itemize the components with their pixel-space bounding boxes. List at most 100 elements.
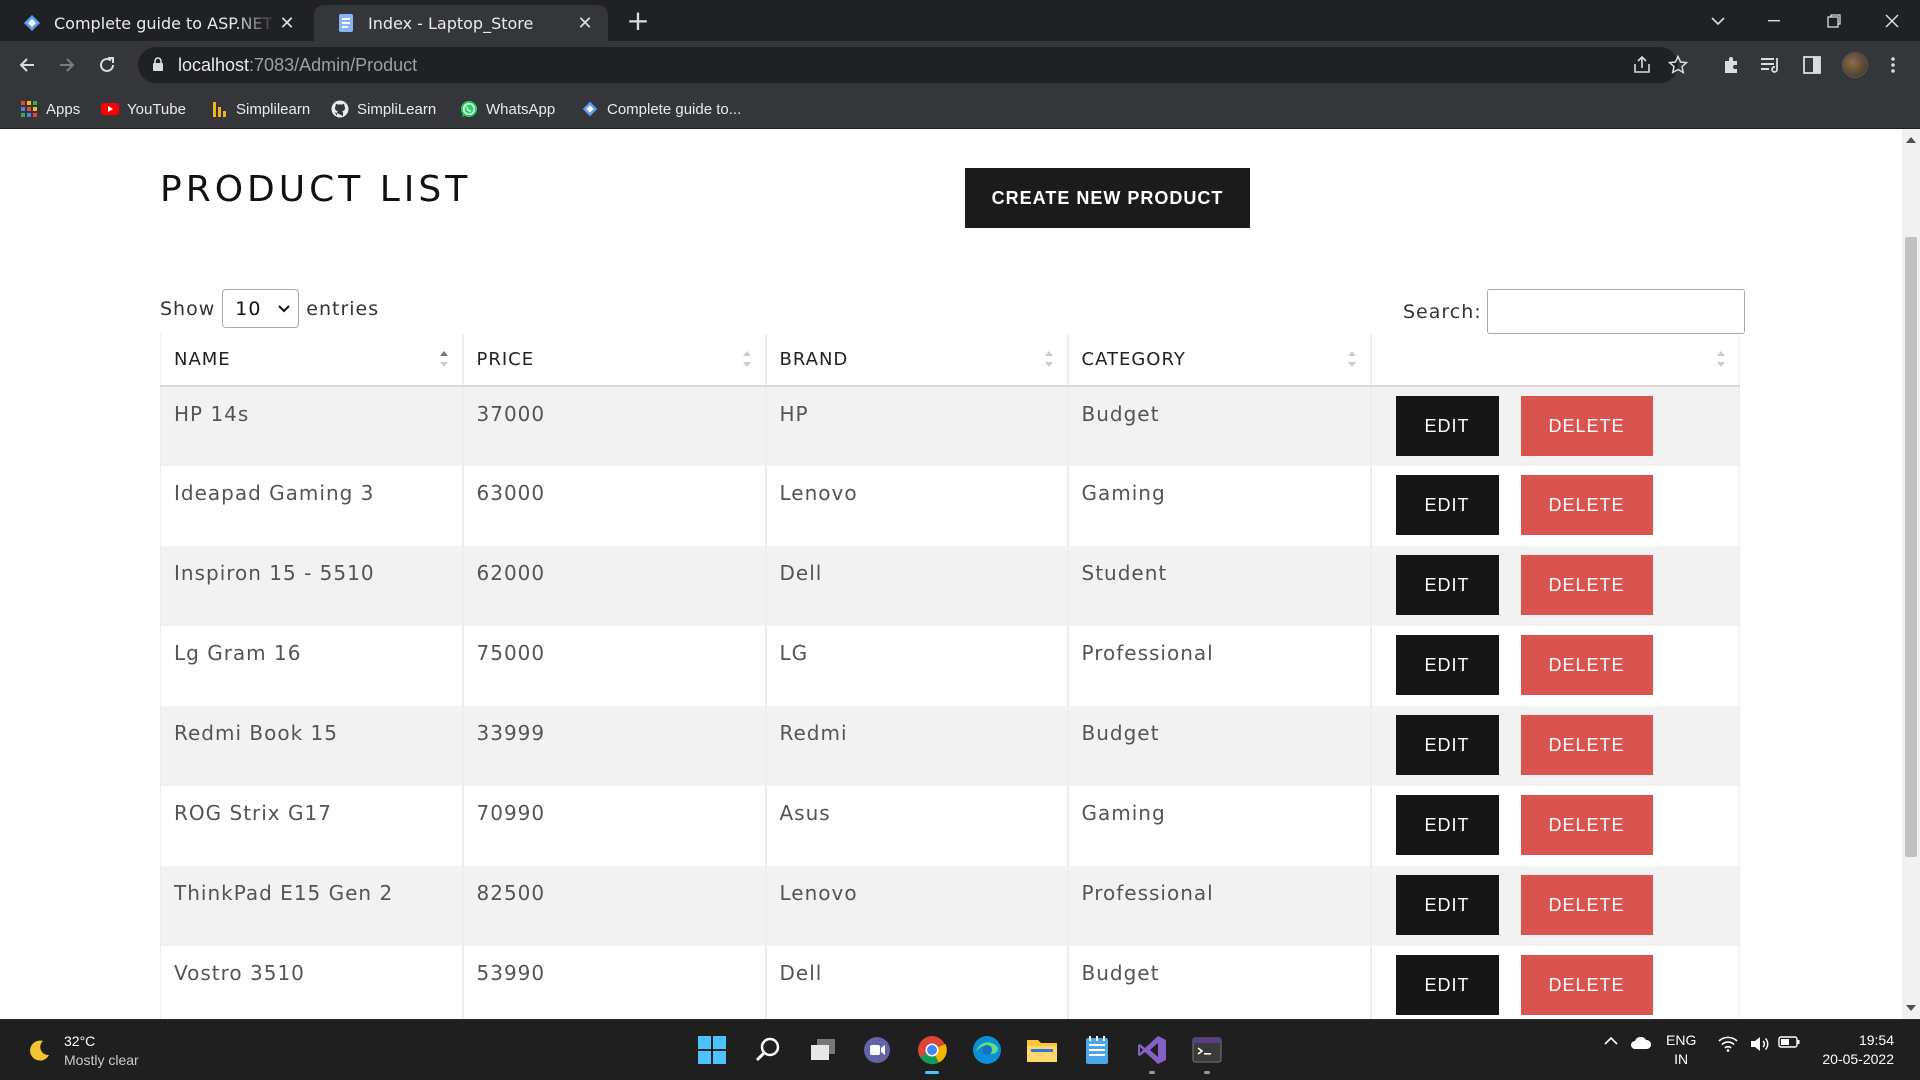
- bookmark-label: Apps: [46, 100, 81, 118]
- cell-brand: HP: [765, 386, 1069, 466]
- delete-button[interactable]: DELETE: [1520, 715, 1653, 775]
- column-header-price[interactable]: PRICE: [462, 334, 767, 387]
- weather-condition: Mostly clear: [64, 1052, 139, 1068]
- show-hidden-icons-button[interactable]: [1600, 1036, 1622, 1046]
- minimize-button[interactable]: [1746, 0, 1802, 41]
- close-window-button[interactable]: [1864, 0, 1920, 41]
- column-header-category[interactable]: CATEGORY: [1067, 334, 1372, 387]
- task-view-button[interactable]: [805, 1032, 841, 1068]
- cell-price: 33999: [462, 706, 767, 786]
- show-label: Show: [160, 297, 216, 320]
- bookmark-star-icon[interactable]: [1668, 55, 1688, 75]
- media-controls-icon[interactable]: [1760, 54, 1782, 76]
- column-header-name[interactable]: NAME: [160, 334, 464, 387]
- table-row: Redmi Book 15 33999 Redmi Budget EDIT DELETE: [160, 706, 1740, 786]
- folder-icon: [1027, 1040, 1057, 1062]
- volume-tray-button[interactable]: [1749, 1036, 1771, 1052]
- weather-widget[interactable]: 32°C Mostly clear: [26, 1032, 139, 1070]
- chrome-menu-icon[interactable]: [1882, 54, 1904, 76]
- delete-button[interactable]: DELETE: [1520, 635, 1653, 695]
- back-button[interactable]: [11, 49, 43, 81]
- bookmark-whatsapp[interactable]: WhatsApp: [460, 98, 555, 120]
- cell-category: Gaming: [1067, 786, 1372, 866]
- url-text[interactable]: localhost:7083/Admin/Product: [178, 55, 417, 76]
- taskbar-clock[interactable]: 19:54 20-05-2022: [1812, 1031, 1894, 1069]
- bookmark-simplilearn-github[interactable]: SimpliLearn: [331, 98, 436, 120]
- page-scrollbar[interactable]: [1902, 129, 1920, 1019]
- cell-actions: EDIT DELETE: [1370, 786, 1740, 866]
- delete-button[interactable]: DELETE: [1520, 396, 1653, 456]
- edit-button[interactable]: EDIT: [1395, 715, 1499, 775]
- cell-price: 62000: [462, 546, 767, 626]
- url-path: :7083/Admin/Product: [249, 55, 418, 75]
- profile-avatar[interactable]: [1842, 52, 1868, 78]
- side-panel-icon[interactable]: [1801, 54, 1823, 76]
- share-icon[interactable]: [1632, 56, 1652, 74]
- column-header-actions[interactable]: [1370, 334, 1740, 387]
- onedrive-tray-button[interactable]: [1629, 1036, 1653, 1050]
- taskbar-file-explorer[interactable]: [1024, 1032, 1060, 1068]
- forward-button[interactable]: [51, 49, 83, 81]
- taskbar-edge[interactable]: [969, 1032, 1005, 1068]
- scroll-down-arrow-icon[interactable]: [1906, 1005, 1916, 1011]
- search-input[interactable]: [1486, 289, 1745, 334]
- lock-icon[interactable]: [152, 57, 164, 72]
- cell-price: 75000: [462, 626, 767, 706]
- taskbar-visual-studio[interactable]: [1134, 1032, 1170, 1074]
- taskbar-terminal[interactable]: [1189, 1032, 1225, 1074]
- dotnet-icon: [24, 15, 40, 31]
- taskbar-chrome[interactable]: [914, 1032, 950, 1074]
- reload-button[interactable]: [91, 49, 123, 81]
- edit-button[interactable]: EDIT: [1395, 555, 1499, 615]
- browser-tab-aspnet-guide[interactable]: Complete guide to ASP.NET Core ✕: [0, 5, 310, 41]
- restore-button[interactable]: [1806, 0, 1862, 41]
- edit-button[interactable]: EDIT: [1395, 475, 1499, 535]
- create-new-product-button[interactable]: CREATE NEW PRODUCT: [965, 168, 1250, 228]
- address-bar[interactable]: localhost:7083/Admin/Product: [138, 47, 1688, 83]
- edit-button[interactable]: EDIT: [1395, 635, 1499, 695]
- edit-button[interactable]: EDIT: [1395, 875, 1499, 935]
- close-tab-icon[interactable]: ✕: [576, 13, 594, 34]
- search-label: Search:: [1403, 300, 1482, 323]
- cell-category: Gaming: [1067, 466, 1372, 546]
- bookmark-simplilearn[interactable]: Simplilearn: [210, 98, 310, 120]
- cell-name: Inspiron 15 - 5510: [160, 546, 464, 626]
- teams-chat-button[interactable]: [859, 1032, 895, 1068]
- delete-button[interactable]: DELETE: [1520, 955, 1653, 1015]
- language-code: ENG: [1666, 1032, 1697, 1048]
- task-view-icon: [811, 1039, 835, 1060]
- sort-icon: [742, 351, 751, 367]
- bookmark-youtube[interactable]: YouTube: [101, 98, 186, 120]
- column-header-brand[interactable]: BRAND: [765, 334, 1069, 387]
- new-tab-button[interactable]: +: [622, 6, 654, 38]
- edit-button[interactable]: EDIT: [1395, 396, 1499, 456]
- scrollbar-thumb[interactable]: [1905, 237, 1917, 857]
- bookmark-complete-guide[interactable]: Complete guide to...: [581, 98, 741, 120]
- network-tray-button[interactable]: [1717, 1036, 1739, 1052]
- taskbar-search-button[interactable]: [750, 1032, 786, 1068]
- taskbar-notepad[interactable]: [1079, 1032, 1115, 1068]
- start-button[interactable]: [694, 1032, 730, 1068]
- battery-tray-button[interactable]: [1777, 1036, 1801, 1048]
- edit-button[interactable]: EDIT: [1395, 795, 1499, 855]
- edit-button[interactable]: EDIT: [1395, 955, 1499, 1015]
- tab-title: Index - Laptop_Store: [368, 13, 534, 33]
- extensions-icon[interactable]: [1720, 54, 1742, 76]
- bookmark-apps[interactable]: Apps: [20, 98, 80, 120]
- cell-brand: LG: [765, 626, 1069, 706]
- browser-tab-laptop-store[interactable]: Index - Laptop_Store ✕: [314, 5, 608, 41]
- delete-button[interactable]: DELETE: [1520, 795, 1653, 855]
- table-search-control: Search:: [1403, 289, 1745, 334]
- tab-search-icon[interactable]: [1690, 0, 1746, 41]
- input-language-indicator[interactable]: ENG IN: [1666, 1031, 1696, 1069]
- delete-button[interactable]: DELETE: [1520, 875, 1653, 935]
- cell-category: Budget: [1067, 386, 1372, 466]
- cell-price: 82500: [462, 866, 767, 946]
- close-tab-icon[interactable]: ✕: [278, 13, 296, 34]
- entries-select[interactable]: 10: [222, 289, 300, 328]
- browser-tab-strip: Complete guide to ASP.NET Core ✕ Index -…: [0, 0, 1920, 41]
- reload-icon: [100, 57, 114, 72]
- scroll-up-arrow-icon[interactable]: [1906, 137, 1916, 143]
- delete-button[interactable]: DELETE: [1520, 555, 1653, 615]
- delete-button[interactable]: DELETE: [1520, 475, 1653, 535]
